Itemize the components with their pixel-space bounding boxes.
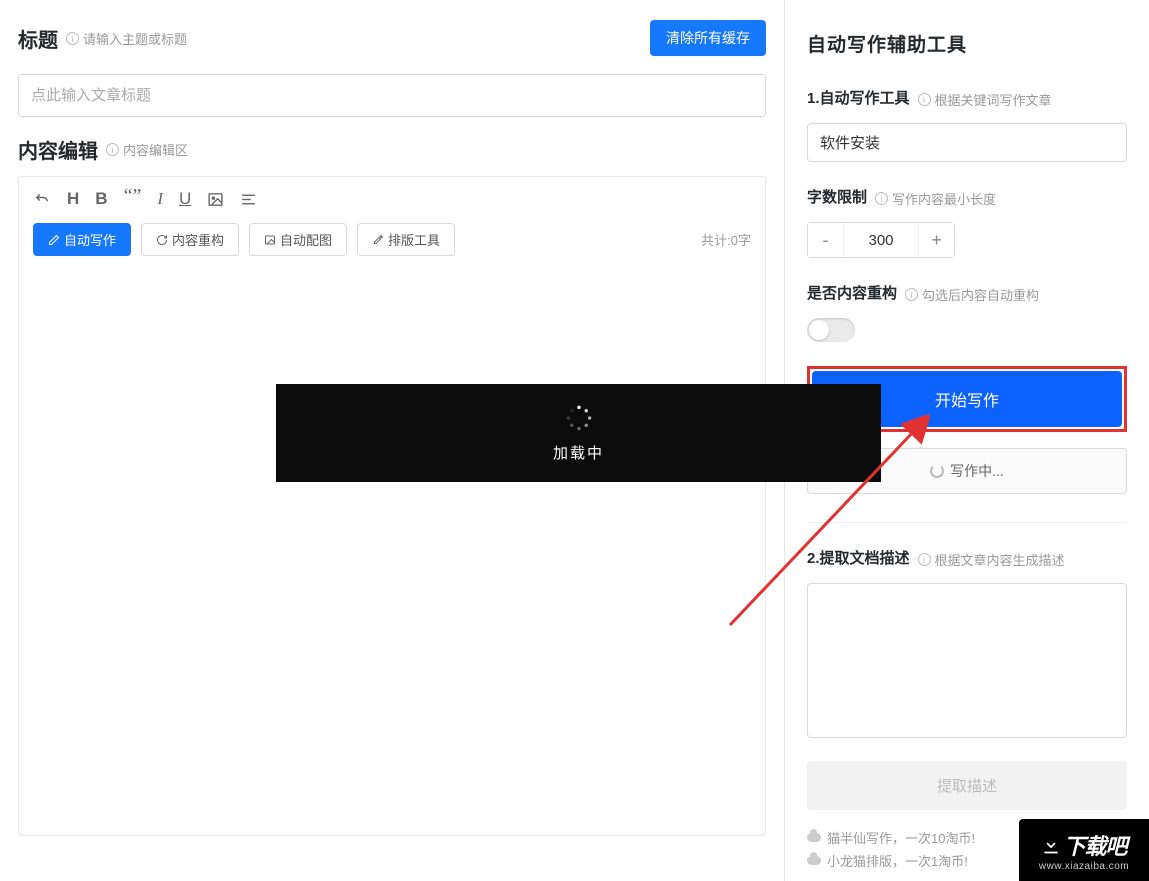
section2-hint-text: 根据文章内容生成描述 xyxy=(935,550,1065,569)
clear-cache-button[interactable]: 清除所有缓存 xyxy=(650,20,766,56)
article-title-input[interactable] xyxy=(18,74,766,117)
title-label: 标题 xyxy=(18,24,58,53)
title-hint: i 请输入主题或标题 xyxy=(66,29,187,48)
section1-label: 1.自动写作工具 xyxy=(807,87,910,108)
footer-note-2: 小龙猫排版，一次1淘币! xyxy=(827,851,968,870)
editor-card: H B “” I U 自动写作 内容重构 xyxy=(18,176,766,836)
section2-hint: i 根据文章内容生成描述 xyxy=(918,550,1065,569)
refresh-icon xyxy=(156,234,168,246)
content-hint-text: 内容编辑区 xyxy=(123,140,188,159)
watermark-logo: 下载吧 www.xiazaiba.com xyxy=(1019,819,1149,881)
cloud-icon xyxy=(807,833,821,842)
loading-overlay: 加载中 xyxy=(276,384,881,482)
extract-description-button[interactable]: 提取描述 xyxy=(807,761,1127,810)
layout-tool-button[interactable]: 排版工具 xyxy=(357,223,455,256)
info-icon: i xyxy=(918,93,931,106)
rewrite-label: 内容重构 xyxy=(172,230,224,249)
rewrite-toggle-hint: i 勾选后内容自动重构 xyxy=(905,285,1039,304)
word-limit-label: 字数限制 xyxy=(807,186,867,207)
auto-image-label: 自动配图 xyxy=(280,230,332,249)
increment-button[interactable]: + xyxy=(918,223,954,257)
toggle-knob xyxy=(809,320,829,340)
content-hint: i 内容编辑区 xyxy=(106,140,188,159)
align-icon[interactable] xyxy=(240,189,257,209)
italic-icon[interactable]: I xyxy=(157,189,163,209)
info-icon: i xyxy=(66,32,79,45)
cloud-icon xyxy=(807,856,821,865)
word-limit-value[interactable] xyxy=(844,232,918,249)
info-icon: i xyxy=(918,553,931,566)
download-icon xyxy=(1041,835,1061,855)
loading-spinner-icon xyxy=(930,464,944,478)
underline-icon[interactable]: U xyxy=(179,189,191,209)
info-icon: i xyxy=(106,143,119,156)
tool-icon xyxy=(372,234,384,246)
info-icon: i xyxy=(905,288,918,301)
rewrite-button[interactable]: 内容重构 xyxy=(141,223,239,256)
watermark-url: www.xiazaiba.com xyxy=(1039,861,1129,872)
decrement-button[interactable]: - xyxy=(808,223,844,257)
heading-icon[interactable]: H xyxy=(67,189,79,209)
loading-text: 加载中 xyxy=(553,442,604,463)
undo-icon[interactable] xyxy=(33,189,51,209)
info-icon: i xyxy=(875,192,888,205)
auto-write-label: 自动写作 xyxy=(64,230,116,249)
content-label: 内容编辑 xyxy=(18,135,98,164)
watermark-text: 下载吧 xyxy=(1063,829,1126,861)
editor-toolbar: H B “” I U xyxy=(19,177,765,215)
word-limit-stepper: - + xyxy=(807,222,955,258)
section1-hint: i 根据关键词写作文章 xyxy=(918,90,1052,109)
keyword-input[interactable] xyxy=(807,123,1127,162)
rewrite-toggle[interactable] xyxy=(807,318,855,342)
section2-label: 2.提取文档描述 xyxy=(807,547,910,568)
description-textarea[interactable] xyxy=(807,583,1127,738)
writing-status-label: 写作中... xyxy=(950,461,1004,481)
word-limit-hint: i 写作内容最小长度 xyxy=(875,189,996,208)
rewrite-toggle-hint-text: 勾选后内容自动重构 xyxy=(922,285,1039,304)
rewrite-toggle-label: 是否内容重构 xyxy=(807,282,897,303)
auto-write-button[interactable]: 自动写作 xyxy=(33,223,131,256)
spinner-icon xyxy=(565,404,593,432)
auto-image-button[interactable]: 自动配图 xyxy=(249,223,347,256)
word-limit-hint-text: 写作内容最小长度 xyxy=(892,189,996,208)
title-hint-text: 请输入主题或标题 xyxy=(83,29,187,48)
footer-note-1: 猫半仙写作，一次10淘币! xyxy=(827,828,975,847)
bold-icon[interactable]: B xyxy=(95,189,107,209)
layout-tool-label: 排版工具 xyxy=(388,230,440,249)
sidebar-title: 自动写作辅助工具 xyxy=(807,30,1127,57)
image-icon[interactable] xyxy=(207,189,224,209)
word-count: 共计:0字 xyxy=(701,230,751,249)
divider xyxy=(807,522,1127,523)
section1-hint-text: 根据关键词写作文章 xyxy=(935,90,1052,109)
pencil-icon xyxy=(48,234,60,246)
picture-icon xyxy=(264,234,276,246)
quote-icon[interactable]: “” xyxy=(124,189,142,209)
